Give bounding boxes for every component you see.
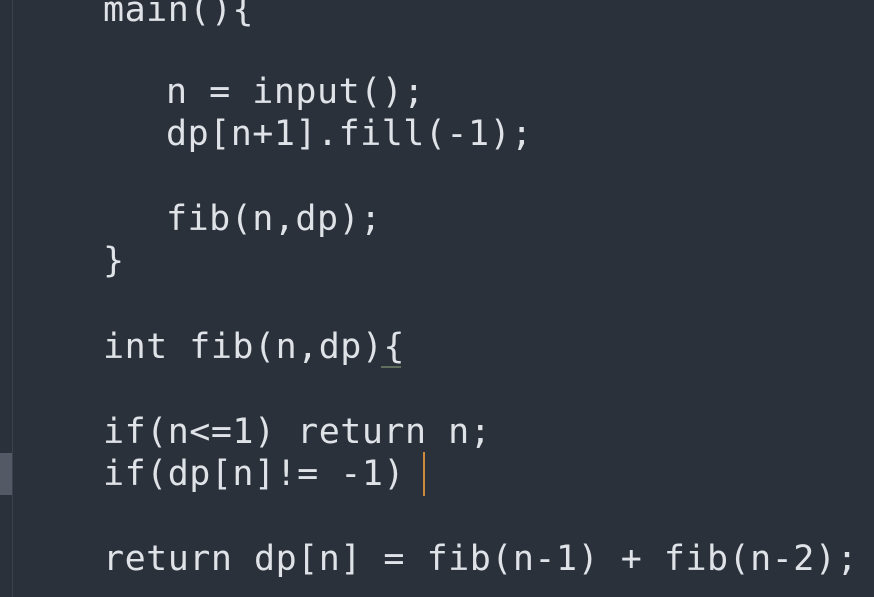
code-line-9[interactable]: return dp[n] = fib(n-1) + fib(n-2); [103, 537, 858, 581]
code-editor[interactable]: main(){ n = input(); dp[n+1].fill(-1); f… [0, 0, 874, 597]
code-line-1[interactable]: main(){ [103, 0, 254, 32]
current-line-marker [0, 453, 12, 495]
code-line-4[interactable]: fib(n,dp); [166, 197, 382, 241]
code-line-8[interactable]: if(dp[n]!= -1) [103, 452, 405, 496]
code-line-7[interactable]: if(n<=1) return n; [103, 410, 491, 454]
code-line-5[interactable]: } [103, 239, 125, 283]
gutter-divider [12, 0, 13, 597]
code-line-6[interactable]: int fib(n,dp){ [103, 325, 405, 369]
matching-brace-indicator [381, 366, 401, 368]
code-line-3[interactable]: dp[n+1].fill(-1); [166, 112, 533, 156]
text-cursor [423, 452, 425, 496]
code-line-2[interactable]: n = input(); [166, 70, 425, 114]
